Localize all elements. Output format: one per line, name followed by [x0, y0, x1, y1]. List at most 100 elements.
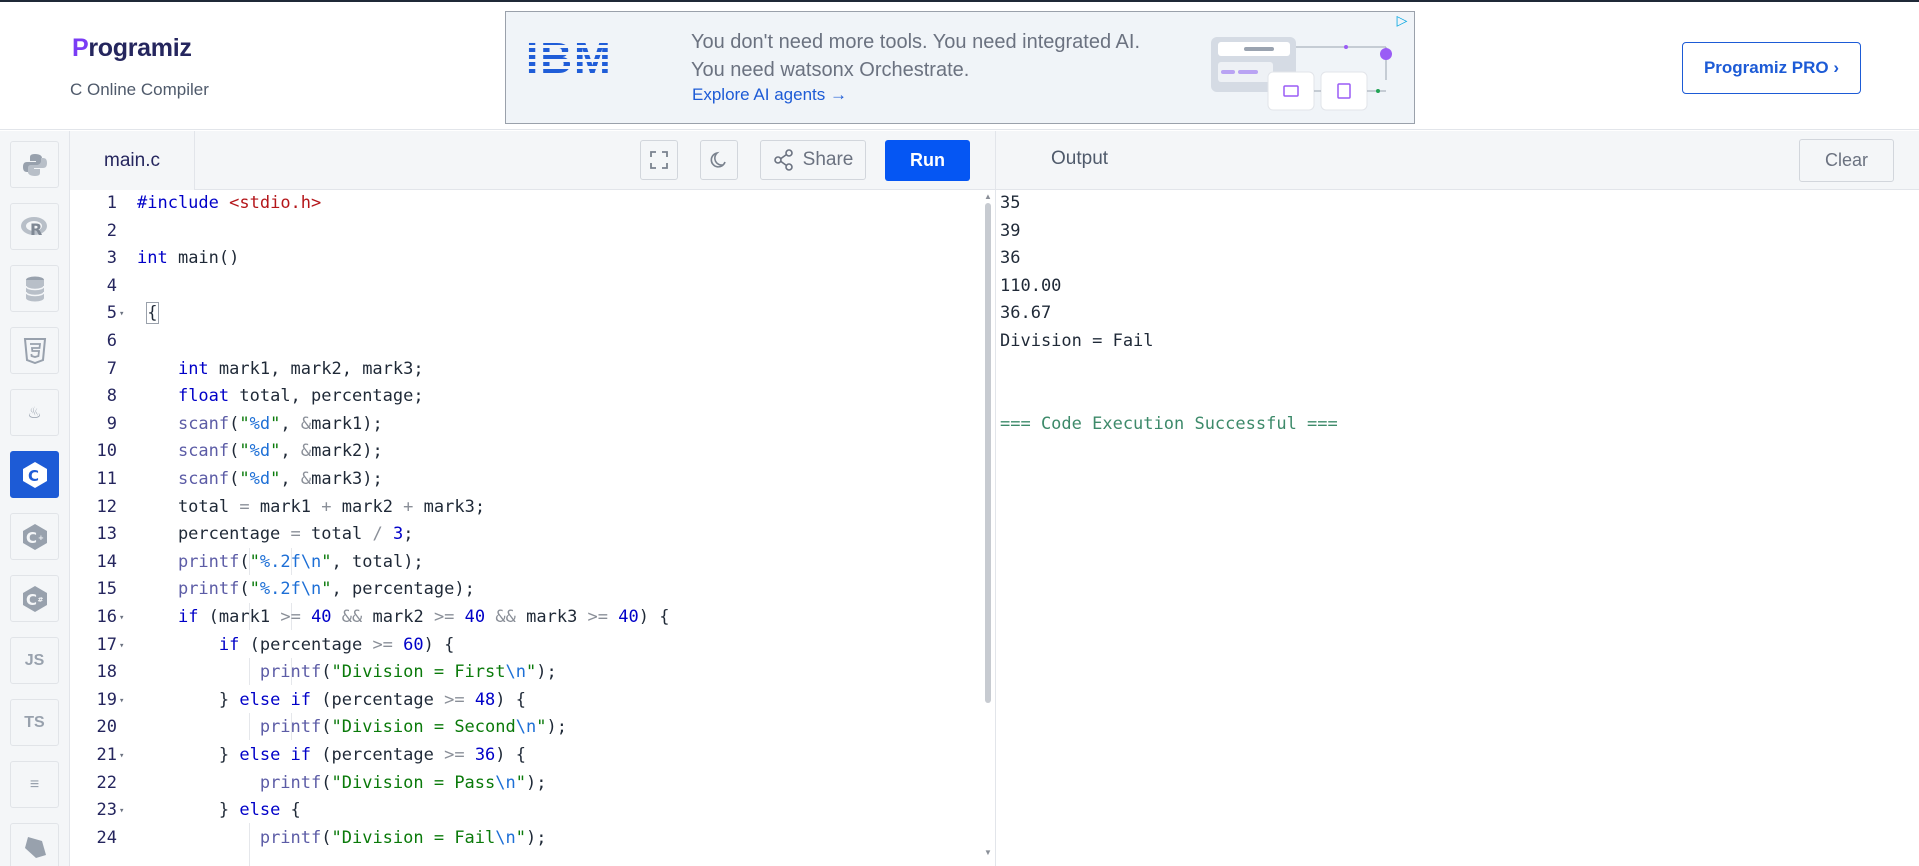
ad-brand-logo: IBM	[526, 34, 613, 83]
editor-toolbar: main.c Share Run	[70, 131, 995, 190]
run-button[interactable]: Run	[885, 140, 970, 181]
code-line: int main()	[137, 248, 240, 269]
share-label: Share	[802, 149, 854, 170]
code-line: {	[146, 302, 159, 325]
output-line: 35	[1000, 193, 1021, 213]
line-number: 17	[96, 634, 117, 655]
logo-initial: P	[72, 34, 89, 62]
fold-arrow-icon[interactable]: ▾	[119, 309, 124, 319]
advertisement-banner[interactable]: IBM You don't need more tools. You need …	[505, 11, 1415, 124]
moon-icon	[710, 151, 726, 168]
editor-scrollbar[interactable]	[985, 203, 991, 703]
page-subtitle: C Online Compiler	[70, 80, 209, 99]
tab-main-c[interactable]: main.c	[70, 131, 195, 190]
line-number: 6	[106, 331, 117, 351]
share-button[interactable]: Share	[760, 140, 866, 180]
line-number: 20	[96, 717, 117, 738]
svg-text:#: #	[37, 596, 43, 604]
output-toolbar: Output Clear	[996, 131, 1919, 190]
csharp-icon[interactable]: C #	[10, 575, 59, 622]
code-line: float total, percentage;	[177, 386, 424, 407]
java-icon[interactable]: ♨	[10, 389, 59, 436]
programiz-pro-button[interactable]: Programiz PRO ›	[1682, 42, 1861, 94]
adchoices-icon[interactable]: ▷	[1393, 12, 1411, 28]
scroll-down-arrow-icon[interactable]: ▼	[984, 848, 992, 857]
svg-text:C: C	[26, 591, 37, 609]
language-sidebar: R ♨ C C + C # JS TS ≡	[0, 131, 70, 866]
output-line: 110.00	[1000, 275, 1062, 296]
dart-icon[interactable]	[10, 823, 59, 866]
fold-arrow-icon[interactable]: ▾	[119, 696, 124, 706]
line-number: 16	[96, 607, 117, 627]
line-number: 7	[106, 358, 117, 379]
cpp-icon[interactable]: C +	[10, 513, 59, 560]
code-line: } else {	[137, 800, 301, 821]
code-line: scanf("%d", &mark1);	[177, 413, 383, 434]
share-icon	[773, 149, 793, 171]
code-line: if (percentage >= 60) {	[218, 634, 455, 655]
sql-database-icon[interactable]	[10, 265, 59, 312]
svg-text:C: C	[28, 467, 39, 485]
output-console: 35 39 36 110.00 36.67 Division = Fail === Code…	[1000, 190, 1919, 866]
output-line: 36	[1000, 248, 1021, 269]
svg-text:R: R	[30, 220, 42, 239]
code-line: scanf("%d", &mark2);	[177, 441, 383, 462]
dark-mode-toggle[interactable]	[700, 140, 738, 180]
svg-text:C: C	[26, 529, 37, 547]
fullscreen-icon	[650, 151, 668, 169]
svg-text:+: +	[38, 534, 44, 542]
ad-link[interactable]: Explore AI agents →	[692, 85, 847, 105]
output-line: Division = Fail	[1000, 331, 1154, 351]
programiz-logo[interactable]: Programiz C Online Compiler	[70, 34, 209, 99]
python-icon[interactable]	[10, 141, 59, 188]
code-line: } else if (percentage >= 36) {	[137, 745, 527, 765]
fold-arrow-icon[interactable]: ▾	[119, 806, 124, 816]
pane-divider[interactable]	[995, 131, 996, 866]
code-line: total = mark1 + mark2 + mark3;	[137, 496, 486, 517]
typescript-icon[interactable]: TS	[10, 699, 59, 746]
code-line: printf("Division = Fail\n");	[259, 827, 547, 848]
fold-arrow-icon[interactable]: ▾	[119, 641, 124, 651]
line-number: 4	[106, 275, 117, 296]
line-number: 21	[96, 745, 117, 765]
line-number: 15	[96, 579, 117, 600]
code-line: printf("%.2f\n", total);	[177, 551, 424, 572]
code-line: printf("Division = Pass\n");	[259, 772, 547, 793]
c-icon[interactable]: C	[10, 451, 59, 498]
line-number: 10	[96, 441, 117, 462]
line-number: 3	[106, 248, 117, 269]
header: Programiz C Online Compiler IBM You don'…	[0, 2, 1919, 130]
line-number: 9	[106, 413, 117, 434]
html5-icon[interactable]	[10, 327, 59, 374]
logo-text: rogramiz	[88, 34, 192, 62]
code-line: scanf("%d", &mark3);	[177, 469, 383, 489]
code-line: printf("Division = Second\n");	[259, 717, 567, 738]
output-line: === Code Execution Successful ===	[1000, 413, 1338, 434]
r-icon[interactable]: R	[10, 203, 59, 250]
code-editor[interactable]: 1 2 3 4 5 ▾ 6 7 8 9 10 11 12 13 14 15 16 ▾ 17 ▾ 18 19 ▾ 20 21 ▾ 22…	[70, 190, 995, 866]
fullscreen-button[interactable]	[640, 140, 678, 180]
output-title: Output	[1051, 148, 1109, 169]
code-line: int mark1, mark2, mark3;	[177, 358, 424, 379]
code-line: if (mark1 >= 40 && mark2 >= 40 && mark3 …	[177, 607, 670, 627]
clear-button[interactable]: Clear	[1799, 139, 1894, 182]
fold-arrow-icon[interactable]: ▾	[119, 613, 124, 623]
output-line: 39	[1000, 220, 1021, 241]
line-number: 18	[96, 662, 117, 683]
line-number: 14	[96, 551, 117, 572]
code-line: printf("Division = First\n");	[259, 662, 557, 683]
fold-arrow-icon[interactable]: ▾	[119, 751, 124, 761]
line-number: 13	[96, 524, 117, 545]
javascript-icon[interactable]: JS	[10, 637, 59, 684]
stack-icon[interactable]: ≡	[10, 761, 59, 808]
line-number: 22	[96, 772, 117, 793]
line-number: 19	[96, 689, 117, 710]
code-line: percentage = total / 3;	[137, 524, 414, 545]
code-line: printf("%.2f\n", percentage);	[177, 579, 475, 600]
line-number: 12	[96, 496, 117, 517]
scroll-up-arrow-icon[interactable]: ▲	[984, 192, 992, 201]
line-number-gutter: 1 2 3 4 5 ▾ 6 7 8 9 10 11 12 13 14 15 16 ▾ 17 ▾ 18 19 ▾ 20 21 ▾ 22…	[70, 190, 132, 866]
line-number: 5	[106, 303, 117, 324]
line-number: 8	[106, 386, 117, 407]
code-line: #include <stdio.h>	[137, 193, 322, 213]
